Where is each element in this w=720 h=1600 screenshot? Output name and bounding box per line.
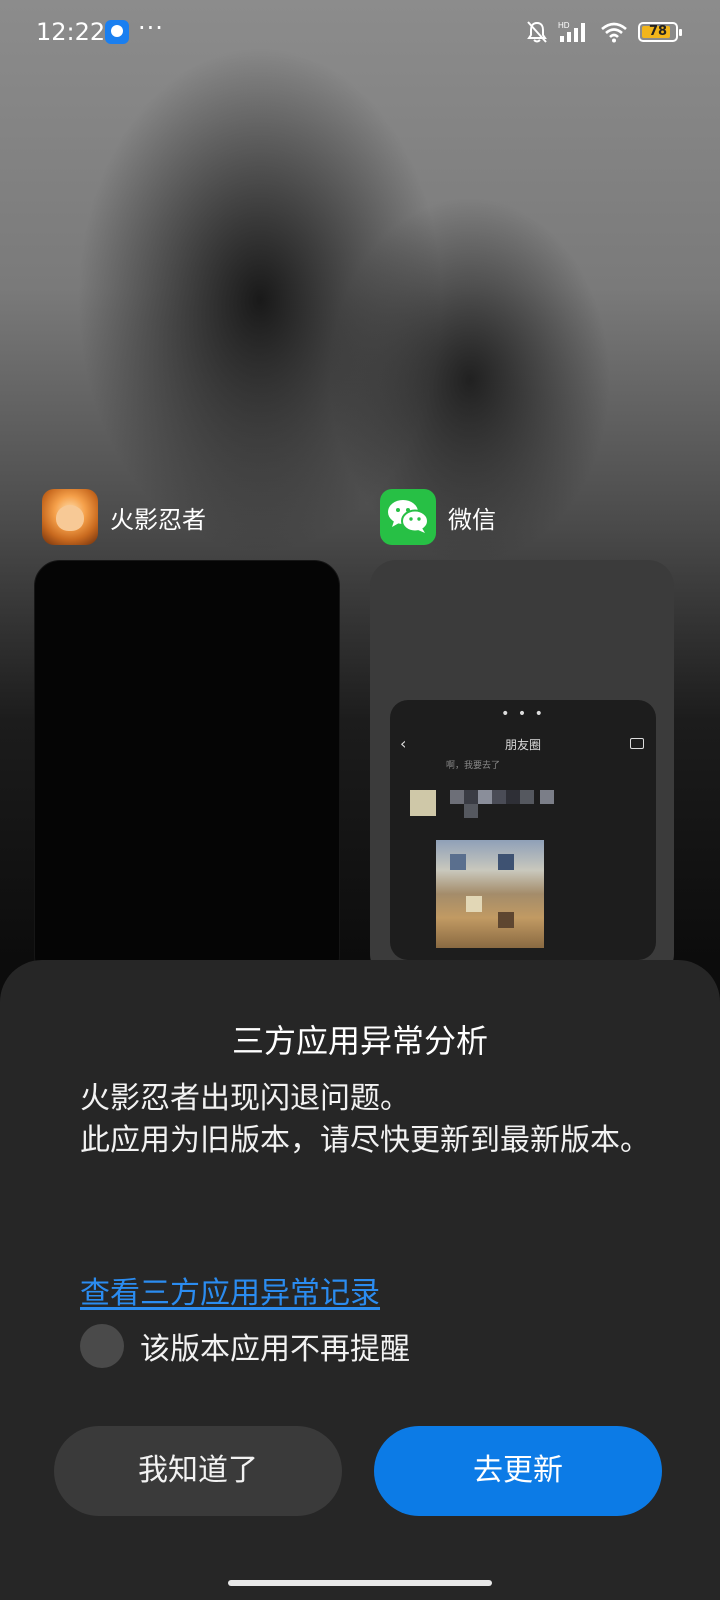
dialog-title: 三方应用异常分析 [231, 1022, 488, 1060]
wechat-nav-bar: ‹ 朋友圈 [390, 730, 656, 760]
camera-icon [630, 738, 644, 749]
mosaic-avatar [410, 790, 436, 816]
dialog-message: 火影忍者出现闪退问题。 此应用为旧版本，请尽快更新到最新版本。 [80, 1078, 660, 1162]
battery-icon: 78 [638, 22, 682, 42]
moments-comment-text: 啊，我要去了 [446, 761, 501, 771]
view-crash-records-link[interactable]: 查看三方应用异常记录 [80, 1268, 380, 1312]
more-notifications-icon: ··· [138, 14, 164, 42]
signal-icon: HD [558, 20, 590, 44]
dialog-message-line: 火影忍者出现闪退问题。 [80, 1081, 410, 1116]
recent-app-header-naruto[interactable]: 火影忍者 [42, 488, 206, 546]
status-bar: 12:22 ··· HD 78 [0, 0, 720, 66]
naruto-app-icon [42, 489, 98, 545]
more-icon: • • • [501, 706, 545, 722]
wifi-icon [600, 21, 628, 43]
recent-app-card-wechat[interactable]: • • • ‹ 朋友圈 啊，我要去了 [370, 560, 674, 980]
update-button[interactable]: 去更新 [374, 1426, 662, 1516]
app-crash-dialog: 三方应用异常分析 火影忍者出现闪退问题。 此应用为旧版本，请尽快更新到最新版本。… [0, 960, 720, 1600]
status-time: 12:22 [36, 18, 106, 46]
home-indicator[interactable] [228, 1580, 492, 1586]
checkbox-circle-icon[interactable] [80, 1324, 124, 1368]
battery-level: 78 [648, 24, 668, 39]
dialog-message-line: 此应用为旧版本，请尽快更新到最新版本。 [80, 1123, 650, 1158]
wechat-app-icon [380, 489, 436, 545]
recent-app-card-naruto[interactable] [34, 560, 340, 982]
recent-app-name: 火影忍者 [110, 505, 206, 534]
mute-bell-icon [526, 20, 548, 44]
checkbox-label: 该版本应用不再提醒 [140, 1332, 410, 1367]
recent-app-name: 微信 [448, 505, 496, 534]
got-it-button[interactable]: 我知道了 [54, 1426, 342, 1516]
dont-remind-checkbox[interactable]: 该版本应用不再提醒 [80, 1324, 410, 1368]
wechat-moments-title: 朋友圈 [504, 738, 541, 752]
notification-app-icon [105, 20, 129, 44]
svg-text:HD: HD [558, 21, 570, 30]
recent-app-header-wechat[interactable]: 微信 [380, 488, 496, 546]
wechat-moments-preview: • • • ‹ 朋友圈 啊，我要去了 [390, 700, 656, 960]
